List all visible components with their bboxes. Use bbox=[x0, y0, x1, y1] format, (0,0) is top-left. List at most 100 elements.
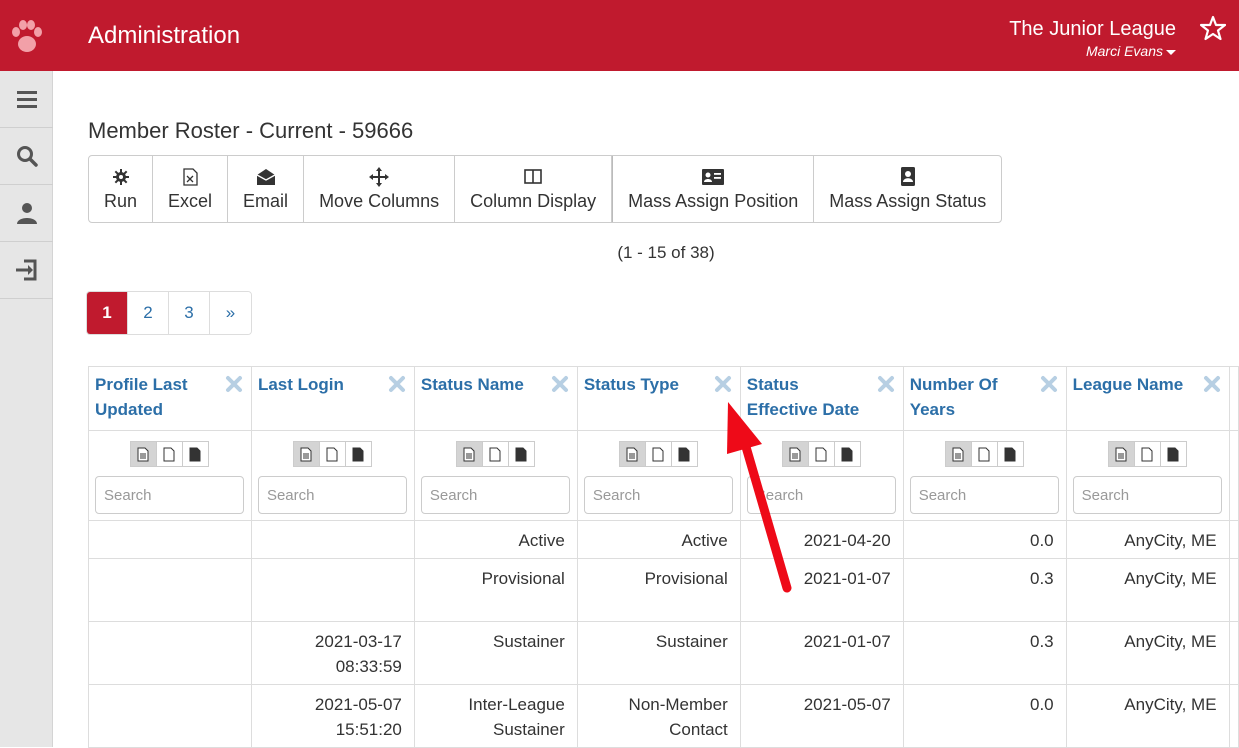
remove-column-icon[interactable] bbox=[225, 375, 243, 400]
remove-column-icon[interactable] bbox=[714, 375, 732, 400]
cell-number-of-years: 0.0 bbox=[902, 684, 1067, 748]
cell-last-login bbox=[250, 558, 415, 622]
caret-down-icon bbox=[1166, 49, 1176, 55]
filter-mode-text-icon[interactable] bbox=[455, 441, 483, 467]
filter-mode-text-icon[interactable] bbox=[292, 441, 320, 467]
mass-assign-position-button[interactable]: Mass Assign Position bbox=[612, 156, 815, 222]
search-input[interactable] bbox=[95, 476, 244, 514]
mass-assign-position-label: Mass Assign Position bbox=[628, 190, 799, 211]
next-page-button[interactable]: » bbox=[210, 292, 251, 334]
move-columns-label: Move Columns bbox=[319, 190, 440, 211]
toolbar: Run Excel Email Move Columns Column Disp… bbox=[88, 155, 1003, 223]
filter-mode-filled-icon[interactable] bbox=[1159, 441, 1187, 467]
filter-mode-blank-icon[interactable] bbox=[970, 441, 998, 467]
pagination: 1 2 3 » bbox=[86, 291, 252, 335]
column-display-button[interactable]: Column Display bbox=[455, 156, 613, 222]
filter-mode-text-icon[interactable] bbox=[129, 441, 157, 467]
cell-overflow bbox=[1228, 520, 1239, 559]
column-header-status-type[interactable]: Status Type bbox=[576, 366, 741, 431]
cell-status-name: Active bbox=[413, 520, 578, 559]
column-header-profile-last-updated[interactable]: Profile Last Updated bbox=[88, 366, 252, 431]
user-name: Marci Evans bbox=[1085, 43, 1163, 59]
gear-icon bbox=[112, 167, 129, 187]
mass-assign-status-label: Mass Assign Status bbox=[829, 190, 987, 211]
filter-mode-filled-icon[interactable] bbox=[670, 441, 698, 467]
filter-mode-blank-icon[interactable] bbox=[1133, 441, 1161, 467]
cell-number-of-years: 0.0 bbox=[902, 520, 1067, 559]
remove-column-icon[interactable] bbox=[1203, 375, 1221, 400]
filter-mode-blank-icon[interactable] bbox=[807, 441, 835, 467]
cell-status-effective-date: 2021-04-20 bbox=[739, 520, 904, 559]
search-input[interactable] bbox=[583, 476, 733, 514]
remove-column-icon[interactable] bbox=[1040, 375, 1058, 400]
column-header-league-name[interactable]: League Name bbox=[1065, 366, 1230, 431]
filter-cell bbox=[88, 430, 252, 521]
page-3-button[interactable]: 3 bbox=[169, 292, 210, 334]
page-1-button[interactable]: 1 bbox=[87, 292, 128, 334]
column-header-overflow bbox=[1228, 366, 1239, 431]
search-input[interactable] bbox=[909, 476, 1059, 514]
remove-column-icon[interactable] bbox=[877, 375, 895, 400]
table-header-row: Profile Last Updated Last Login Status Na… bbox=[88, 366, 1239, 431]
column-header-status-effective-date[interactable]: Status Effective Date bbox=[739, 366, 904, 431]
table-row[interactable]: 2021-03-17 08:33:59 Sustainer Sustainer 2… bbox=[88, 621, 1239, 685]
paw-logo-icon[interactable] bbox=[10, 18, 44, 54]
cell-last-login: 2021-03-17 08:33:59 bbox=[250, 621, 415, 685]
mass-assign-status-button[interactable]: Mass Assign Status bbox=[814, 156, 1001, 222]
email-label: Email bbox=[243, 190, 289, 211]
filter-mode-filled-icon[interactable] bbox=[344, 441, 372, 467]
page-2-button[interactable]: 2 bbox=[128, 292, 169, 334]
search-input[interactable] bbox=[746, 476, 896, 514]
filter-mode-filled-icon[interactable] bbox=[996, 441, 1024, 467]
id-card-icon bbox=[702, 167, 725, 187]
cell-profile-last-updated bbox=[88, 621, 252, 685]
filter-cell bbox=[576, 430, 741, 521]
excel-button[interactable]: Excel bbox=[153, 156, 229, 222]
filter-mode-filled-icon[interactable] bbox=[507, 441, 535, 467]
remove-column-icon[interactable] bbox=[388, 375, 406, 400]
move-columns-button[interactable]: Move Columns bbox=[304, 156, 456, 222]
sidebar-menu[interactable] bbox=[0, 71, 53, 128]
filter-mode-text-icon[interactable] bbox=[781, 441, 809, 467]
table-row[interactable]: 2021-05-07 15:51:20 Inter-League Sustainer… bbox=[88, 684, 1239, 748]
excel-file-icon bbox=[182, 167, 198, 187]
column-header-status-name[interactable]: Status Name bbox=[413, 366, 578, 431]
filter-mode-text-icon[interactable] bbox=[944, 441, 972, 467]
filter-mode-blank-icon[interactable] bbox=[644, 441, 672, 467]
filter-mode-blank-icon[interactable] bbox=[318, 441, 346, 467]
filter-mode-filled-icon[interactable] bbox=[833, 441, 861, 467]
filter-mode-text-icon[interactable] bbox=[1107, 441, 1135, 467]
column-header-number-of-years[interactable]: Number Of Years bbox=[902, 366, 1067, 431]
cell-last-login bbox=[250, 520, 415, 559]
run-button[interactable]: Run bbox=[89, 156, 154, 222]
filter-mode-text-icon[interactable] bbox=[618, 441, 646, 467]
app-title: Administration bbox=[88, 22, 241, 49]
search-input[interactable] bbox=[420, 476, 570, 514]
cell-status-type: Non-Member Contact bbox=[576, 684, 741, 748]
cell-overflow bbox=[1228, 621, 1239, 685]
search-input[interactable] bbox=[257, 476, 407, 514]
cell-status-effective-date: 2021-01-07 bbox=[739, 621, 904, 685]
filter-cell bbox=[413, 430, 578, 521]
column-display-label: Column Display bbox=[470, 190, 597, 211]
user-menu[interactable]: Marci Evans bbox=[1086, 43, 1176, 59]
table-row[interactable]: Provisional Provisional 2021-01-07 0.3 A… bbox=[88, 558, 1239, 622]
filter-mode-blank-icon[interactable] bbox=[155, 441, 183, 467]
move-arrows-icon bbox=[369, 166, 390, 187]
sidebar-search[interactable] bbox=[0, 128, 53, 185]
email-button[interactable]: Email bbox=[228, 156, 305, 222]
cell-league-name: AnyCity, ME bbox=[1065, 684, 1230, 748]
star-icon[interactable] bbox=[1199, 15, 1227, 46]
cell-status-effective-date: 2021-01-07 bbox=[739, 558, 904, 622]
sidebar-profile[interactable] bbox=[0, 185, 53, 242]
filter-mode-filled-icon[interactable] bbox=[181, 441, 209, 467]
cell-league-name: AnyCity, ME bbox=[1065, 558, 1230, 622]
table-row[interactable]: Active Active 2021-04-20 0.0 AnyCity, ME bbox=[88, 520, 1239, 559]
cell-status-type: Provisional bbox=[576, 558, 741, 622]
remove-column-icon[interactable] bbox=[551, 375, 569, 400]
sidebar-sign-out[interactable] bbox=[0, 242, 53, 299]
search-input[interactable] bbox=[1072, 476, 1222, 514]
sign-out-icon bbox=[15, 259, 36, 281]
column-header-last-login[interactable]: Last Login bbox=[250, 366, 415, 431]
filter-mode-blank-icon[interactable] bbox=[481, 441, 509, 467]
